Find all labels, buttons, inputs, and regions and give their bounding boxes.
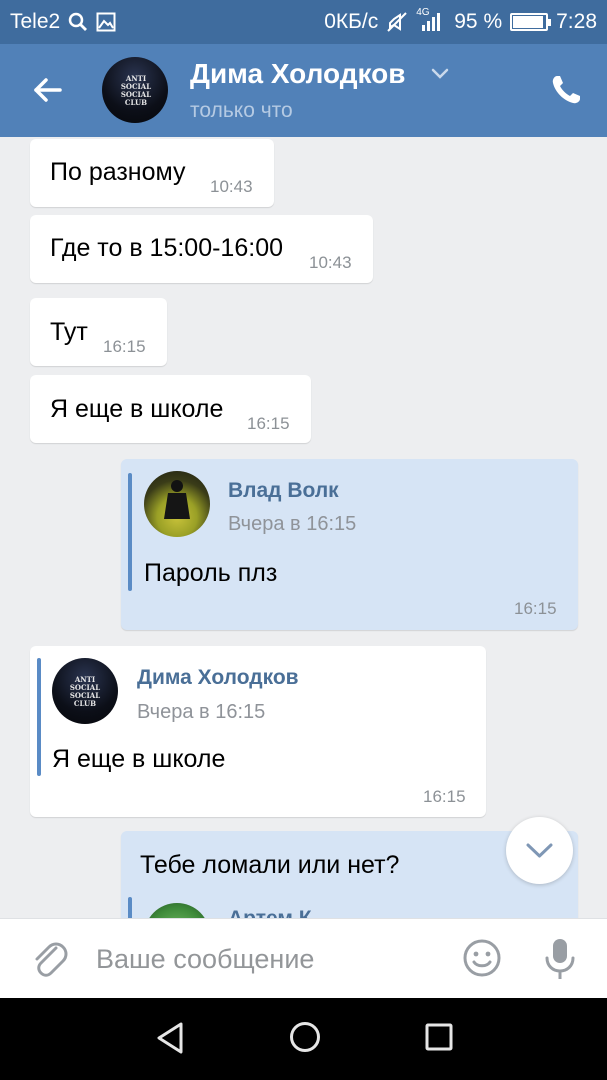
message-text: Я еще в школе xyxy=(50,395,224,423)
message-text: Где то в 15:00-16:00 xyxy=(50,234,283,262)
message-bubble[interactable]: Где то в 15:00-16:00 10:43 xyxy=(30,215,373,283)
smile-icon[interactable] xyxy=(462,938,502,978)
message-time: 10:43 xyxy=(309,253,352,272)
forward-bar xyxy=(37,658,41,776)
message-text: Я еще в школе xyxy=(52,745,226,773)
avatar-logo-text: ANTI SOCIAL SOCIAL CLUB xyxy=(120,74,152,107)
chat-header: ANTI SOCIAL SOCIAL CLUB Дима Холодков то… xyxy=(0,44,607,137)
message-bubble[interactable]: Я еще в школе 16:15 xyxy=(30,375,311,443)
avatar[interactable]: ANTI SOCIAL SOCIAL CLUB xyxy=(102,57,168,123)
message-bubble[interactable]: Тут 16:15 xyxy=(30,298,167,366)
battery-percent: 95 % xyxy=(454,10,503,33)
avatar[interactable]: ANTI SOCIAL SOCIAL CLUB xyxy=(52,658,118,724)
status-bar: Tele2 0КБ/с 4G 95 % 7:28 xyxy=(0,0,607,44)
message-bubble[interactable]: По разному 10:43 xyxy=(30,139,274,207)
clock: 7:28 xyxy=(556,10,597,33)
forward-date: Вчера в 16:15 xyxy=(228,513,357,535)
carrier-label: Tele2 xyxy=(10,10,61,33)
forward-author[interactable]: Влад Волк xyxy=(228,479,339,503)
person-silhouette-icon xyxy=(164,480,190,519)
scroll-to-bottom-button[interactable] xyxy=(506,817,573,884)
avatar-logo-text: ANTI SOCIAL SOCIAL CLUB xyxy=(69,675,101,708)
message-time: 16:15 xyxy=(423,787,466,806)
message-input[interactable]: Ваше сообщение xyxy=(96,944,314,975)
message-text: Тебе ломали или нет? xyxy=(140,851,400,879)
mute-icon xyxy=(387,12,407,32)
message-time: 16:15 xyxy=(514,599,557,618)
forward-author[interactable]: Дима Холодков xyxy=(137,666,299,690)
paperclip-icon[interactable] xyxy=(30,939,68,979)
network-signal: 4G xyxy=(416,7,446,33)
message-bubble-outgoing[interactable]: Влад Волк Вчера в 16:15 Пароль плз 16:15 xyxy=(121,459,578,630)
battery-icon xyxy=(510,13,552,31)
nav-home-icon[interactable] xyxy=(288,1020,322,1054)
arrow-left-icon[interactable] xyxy=(30,72,66,108)
message-text: Пароль плз xyxy=(144,559,278,587)
avatar[interactable] xyxy=(144,903,210,918)
chevron-down-icon[interactable] xyxy=(430,66,450,82)
contact-status: только что xyxy=(190,99,293,122)
microphone-icon[interactable] xyxy=(540,936,580,982)
forward-bar xyxy=(128,897,132,918)
message-text: Тут xyxy=(50,318,88,346)
message-time: 16:15 xyxy=(103,337,146,356)
system-nav-bar xyxy=(0,998,607,1080)
message-list[interactable]: По разному 10:43 Где то в 15:00-16:00 10… xyxy=(0,137,607,918)
composer: Ваше сообщение xyxy=(0,918,607,998)
nav-back-icon[interactable] xyxy=(153,1020,187,1056)
chevron-down-icon xyxy=(526,843,553,858)
forward-bar xyxy=(128,473,132,591)
data-speed: 0КБ/с xyxy=(324,10,379,33)
image-icon xyxy=(96,12,116,32)
nav-recent-apps-icon[interactable] xyxy=(424,1022,454,1052)
message-bubble[interactable]: ANTI SOCIAL SOCIAL CLUB Дима Холодков Вч… xyxy=(30,646,486,817)
forward-author[interactable]: Артем К... xyxy=(228,907,329,918)
forward-date: Вчера в 16:15 xyxy=(137,701,266,723)
message-text: По разному xyxy=(50,158,186,186)
message-time: 10:43 xyxy=(210,177,253,196)
avatar[interactable] xyxy=(144,471,210,537)
contact-name[interactable]: Дима Холодков xyxy=(190,58,405,90)
search-icon xyxy=(68,12,88,31)
phone-icon[interactable] xyxy=(548,72,584,108)
message-time: 16:15 xyxy=(247,414,290,433)
